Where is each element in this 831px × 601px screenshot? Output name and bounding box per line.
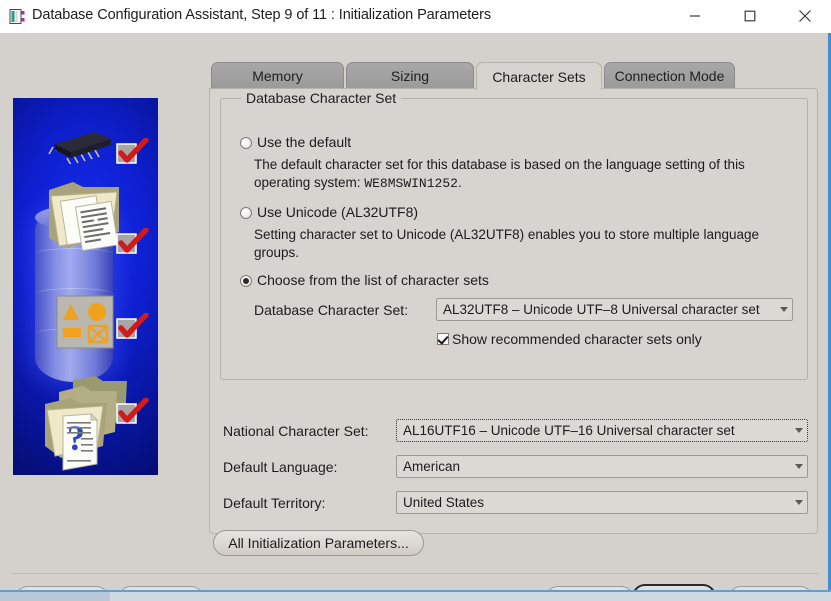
- maximize-button[interactable]: [727, 0, 773, 32]
- desc-period: .: [457, 175, 462, 190]
- step-checkmark-icon: [116, 312, 149, 339]
- national-character-set-select[interactable]: AL16UTF16 – Unicode UTF–16 Universal cha…: [396, 419, 808, 442]
- radio-choose-from-list[interactable]: Choose from the list of character sets: [240, 272, 489, 288]
- tab-label: Character Sets: [492, 68, 586, 85]
- button-label: All Initialization Parameters...: [228, 535, 409, 551]
- tab-panel: Database Character Set Use the default T…: [209, 88, 818, 534]
- select-value: AL32UTF8 – Unicode UTF–8 Universal chara…: [443, 302, 760, 317]
- chip-icon: [45, 130, 117, 166]
- use-unicode-description: Setting character set to Unicode (AL32UT…: [254, 226, 802, 262]
- radio-label: Use Unicode (AL32UTF8): [257, 204, 419, 220]
- step-checkmark-icon: [116, 397, 149, 424]
- close-button[interactable]: [782, 0, 828, 32]
- use-default-description: The default character set for this datab…: [254, 156, 802, 193]
- checkbox-label: Show recommended character sets only: [452, 331, 702, 347]
- radio-use-the-default[interactable]: Use the default: [240, 134, 351, 150]
- database-character-set-group: Database Character Set Use the default T…: [220, 90, 808, 380]
- radio-use-unicode[interactable]: Use Unicode (AL32UTF8): [240, 204, 418, 220]
- tab-memory[interactable]: Memory: [211, 62, 344, 89]
- select-value: American: [403, 459, 461, 474]
- taskbar-edge: [0, 590, 831, 601]
- national-character-set-label: National Character Set:: [223, 423, 369, 439]
- title-bar: Database Configuration Assistant, Step 9…: [0, 0, 831, 34]
- radio-indicator: [240, 275, 252, 287]
- chevron-down-icon: [790, 456, 807, 477]
- database-character-set-label: Database Character Set:: [254, 302, 409, 318]
- taskbar-edge-left: [0, 592, 110, 601]
- tab-label: Sizing: [390, 68, 430, 84]
- select-value: AL16UTF16 – Unicode UTF–16 Universal cha…: [403, 423, 735, 438]
- checkbox-indicator: [437, 333, 449, 345]
- minimize-button[interactable]: [672, 0, 718, 32]
- step-checkmark-icon: [116, 227, 149, 254]
- desc-charset-code: WE8MSWIN1252: [364, 176, 458, 191]
- tab-character-sets[interactable]: Character Sets: [476, 62, 602, 90]
- radio-indicator: [240, 137, 252, 149]
- chevron-down-icon: [775, 299, 792, 320]
- desc-line-2: operating system:: [254, 175, 365, 190]
- shapes-panel-icon: [55, 294, 115, 355]
- desc-line-1: The default character set for this datab…: [254, 157, 745, 172]
- database-wizard-illustration: ?: [13, 98, 158, 475]
- tab-label: Connection Mode: [614, 68, 725, 84]
- default-territory-select[interactable]: United States: [396, 491, 808, 514]
- select-value: United States: [403, 495, 485, 510]
- radio-indicator: [240, 207, 252, 219]
- all-initialization-parameters-button[interactable]: All Initialization Parameters...: [213, 530, 424, 556]
- default-language-label: Default Language:: [223, 459, 338, 475]
- window-title: Database Configuration Assistant, Step 9…: [32, 7, 492, 23]
- database-assistant-icon: [9, 8, 26, 25]
- chevron-down-icon: [790, 492, 807, 513]
- default-territory-label: Default Territory:: [223, 495, 326, 511]
- tab-connection-mode[interactable]: Connection Mode: [604, 62, 735, 89]
- application-window: Database Configuration Assistant, Step 9…: [0, 0, 831, 601]
- radio-label: Choose from the list of character sets: [257, 272, 489, 288]
- window-body: ? Memory Sizing Character Sets Connectio…: [0, 33, 831, 601]
- tab-sizing[interactable]: Sizing: [346, 62, 474, 89]
- footer-separator: [12, 573, 818, 574]
- tab-label: Memory: [252, 68, 303, 84]
- default-language-select[interactable]: American: [396, 455, 808, 478]
- show-recommended-checkbox[interactable]: Show recommended character sets only: [437, 331, 702, 347]
- group-title: Database Character Set: [241, 90, 402, 106]
- chevron-down-icon: [790, 420, 807, 441]
- step-checkmark-icon: [116, 137, 149, 164]
- database-character-set-select[interactable]: AL32UTF8 – Unicode UTF–8 Universal chara…: [436, 298, 793, 321]
- desc-line-2: groups.: [254, 245, 300, 260]
- desc-line-1: Setting character set to Unicode (AL32UT…: [254, 227, 760, 242]
- radio-label: Use the default: [257, 134, 352, 150]
